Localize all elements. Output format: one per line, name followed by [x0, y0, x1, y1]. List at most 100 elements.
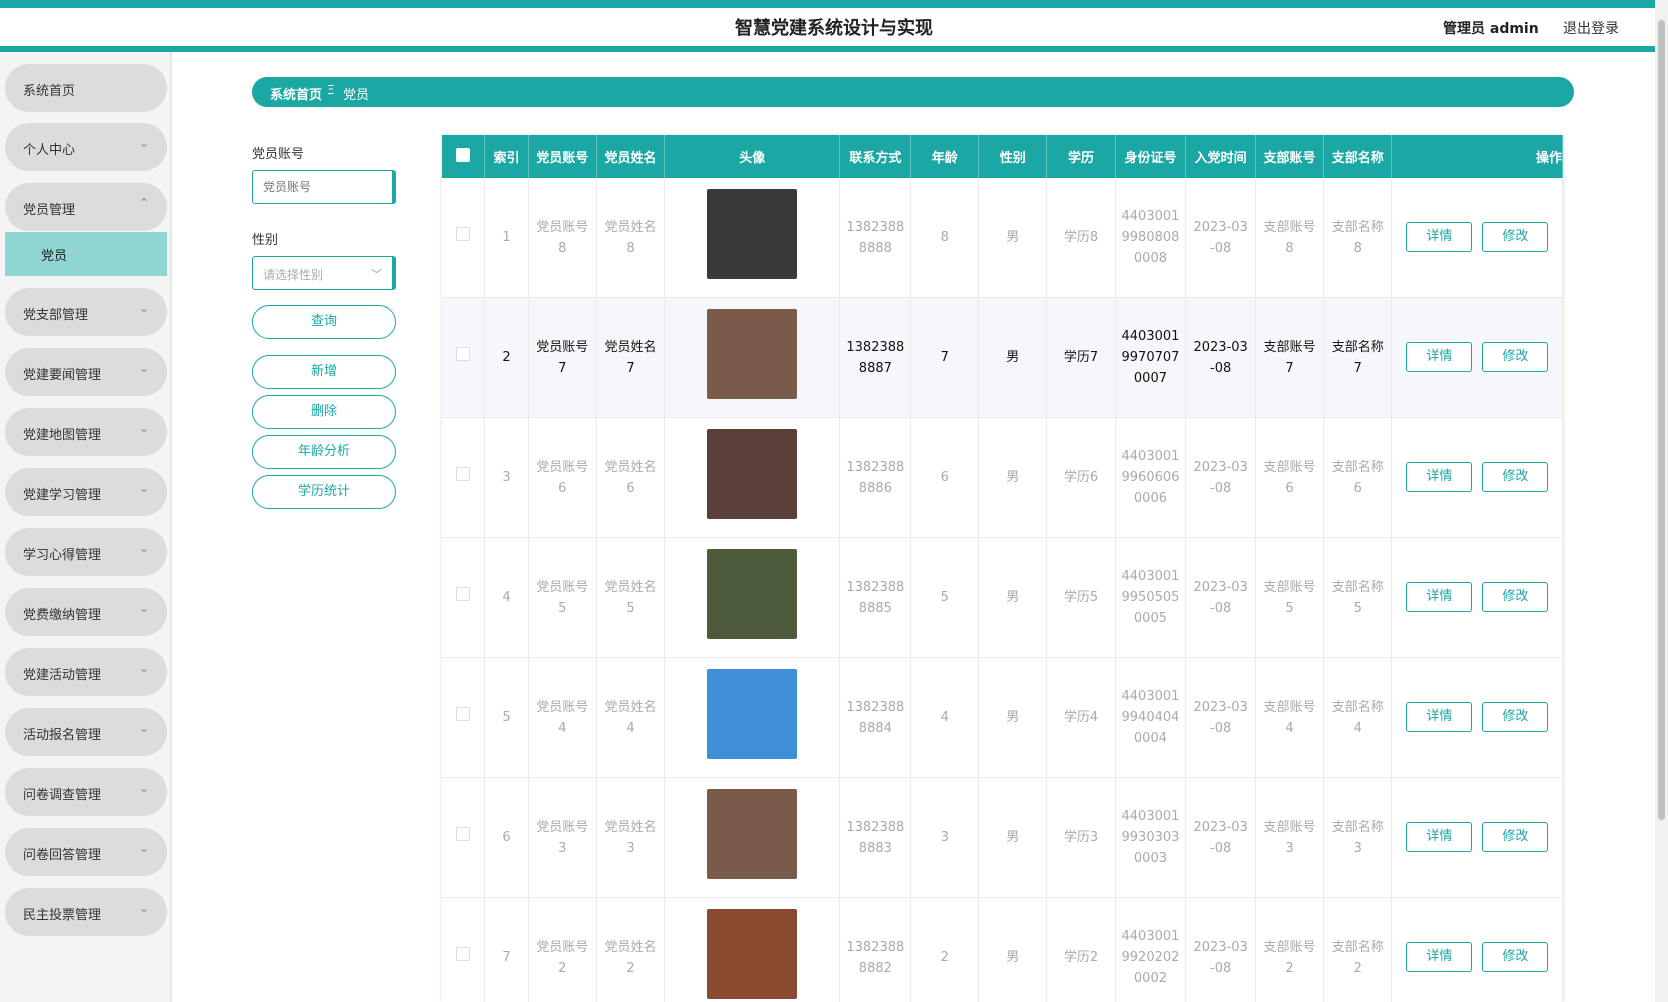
row-select-cell	[442, 777, 486, 898]
row-select-cell	[442, 657, 486, 778]
cell-account: 党员账号 3	[528, 777, 597, 898]
sidebar-item[interactable]: 党员管理 ⌃	[5, 183, 167, 231]
table-row[interactable]: 3 党员账号 6 党员姓名 6 1382388 8886 6 男学历6 4403001 99…	[442, 417, 1563, 538]
delete-button[interactable]: 删除	[252, 395, 396, 429]
age-analysis-button[interactable]: 年龄分析	[252, 435, 396, 469]
avatar-image	[707, 909, 798, 999]
education-stats-button[interactable]: 学历统计	[252, 475, 396, 509]
gender-select[interactable]: 请选择性别 ﹀	[252, 256, 396, 290]
cell-branch-account: 支部账号 5	[1255, 537, 1325, 658]
scrollbar-thumb[interactable]	[1658, 20, 1665, 820]
table-row[interactable]: 4 党员账号 5 党员姓名 5 1382388 8885 5 男学历5 4403001 99…	[442, 537, 1563, 658]
sidebar-item[interactable]: 党建活动管理 ⌄	[5, 648, 167, 696]
cell-branch-name: 支部名称 2	[1323, 897, 1393, 1002]
col-name: 党员姓名	[596, 135, 666, 178]
edit-button[interactable]: 修改	[1482, 582, 1549, 612]
cell-name: 党员姓名 3	[596, 777, 666, 898]
table-row[interactable]: 7 党员账号 2 党员姓名 2 1382388 8882 2 男学历2 4403001 99…	[442, 897, 1563, 1002]
row-checkbox[interactable]	[456, 947, 471, 961]
row-checkbox[interactable]	[456, 347, 471, 361]
cell-account: 党员账号 6	[528, 417, 597, 538]
sidebar: 系统首页个人中心 ⌄ 党员管理 ⌃ 党支部管理 ⌄ 党建要闻管理 ⌄ 党建地图管理 ⌄ 党建学习管理…	[0, 52, 172, 1002]
row-checkbox[interactable]	[456, 707, 471, 721]
detail-button[interactable]: 详情	[1406, 462, 1473, 492]
row-checkbox[interactable]	[456, 227, 471, 241]
cell-index: 6	[484, 777, 529, 898]
add-button[interactable]: 新增	[252, 355, 396, 389]
breadcrumb-current: 党员	[343, 88, 370, 103]
cell-gender: 男	[978, 178, 1048, 298]
cell-avatar	[664, 178, 841, 298]
sidebar-item[interactable]: 党建地图管理 ⌄	[5, 408, 167, 456]
edit-button[interactable]: 修改	[1482, 942, 1549, 972]
row-checkbox[interactable]	[456, 827, 471, 841]
cell-branch-account: 支部账号 7	[1255, 297, 1325, 418]
edit-button[interactable]: 修改	[1482, 222, 1549, 252]
sidebar-item[interactable]: 问卷回答管理 ⌄	[5, 828, 167, 876]
detail-button[interactable]: 详情	[1406, 942, 1473, 972]
sidebar-item[interactable]: 党费缴纳管理 ⌄	[5, 588, 167, 636]
cell-id-number: 4403001 9960606 0006	[1115, 417, 1187, 538]
cell-join-date: 2023-03 -08	[1185, 777, 1256, 898]
avatar-image	[707, 549, 798, 639]
cell-index: 3	[484, 417, 529, 538]
sidebar-item[interactable]: 系统首页	[5, 64, 167, 112]
sidebar-item[interactable]: 党支部管理 ⌄	[5, 288, 167, 336]
detail-button[interactable]: 详情	[1406, 702, 1473, 732]
detail-button[interactable]: 详情	[1406, 822, 1473, 852]
edit-button[interactable]: 修改	[1482, 822, 1549, 852]
select-all-header[interactable]	[442, 135, 486, 178]
cell-name: 党员姓名 7	[596, 297, 666, 418]
cell-branch-name: 支部名称 5	[1323, 537, 1393, 658]
table-row[interactable]: 2 党员账号 7 党员姓名 7 1382388 8887 7 男学历7 4403001 99…	[442, 297, 1563, 418]
table-row[interactable]: 1 党员账号 8 党员姓名 8 1382388 8888 8 男学历8 4403001 99…	[442, 178, 1563, 298]
logout-link[interactable]: 退出登录	[1563, 18, 1619, 38]
edit-button[interactable]: 修改	[1482, 462, 1549, 492]
query-button[interactable]: 查询	[252, 305, 396, 339]
edit-button[interactable]: 修改	[1482, 342, 1549, 372]
account-filter-label: 党员账号	[252, 147, 305, 162]
edit-button[interactable]: 修改	[1482, 702, 1549, 732]
cell-age: 5	[910, 537, 980, 658]
cell-name: 党员姓名 4	[596, 657, 666, 778]
cell-index: 4	[484, 537, 529, 658]
page-scrollbar[interactable]	[1655, 0, 1668, 1002]
cell-gender: 男	[978, 777, 1048, 898]
cell-id-number: 4403001 9920202 0002	[1115, 897, 1187, 1002]
cell-edu: 学历5	[1046, 537, 1116, 658]
admin-label: 管理员 admin	[1443, 21, 1539, 37]
chevron-down-icon: ⌄	[138, 901, 149, 915]
cell-avatar	[664, 657, 841, 778]
breadcrumb-home[interactable]: 系统首页	[270, 84, 322, 103]
account-search-input[interactable]	[252, 170, 396, 204]
cell-avatar	[664, 777, 841, 898]
row-select-cell	[442, 297, 486, 418]
row-checkbox[interactable]	[456, 467, 471, 481]
sidebar-item[interactable]: 民主投票管理 ⌄	[5, 888, 167, 936]
row-checkbox[interactable]	[456, 587, 471, 601]
select-all-checkbox[interactable]	[456, 147, 471, 162]
sidebar-item-label: 问卷回答管理	[23, 848, 102, 863]
detail-button[interactable]: 详情	[1406, 342, 1473, 372]
cell-join-date: 2023-03 -08	[1185, 537, 1256, 658]
cell-phone: 1382388 8883	[839, 777, 912, 898]
sidebar-item[interactable]: 问卷调查管理 ⌄	[5, 768, 167, 816]
cell-gender: 男	[978, 657, 1048, 778]
sidebar-item[interactable]: 党建要闻管理 ⌄	[5, 348, 167, 396]
sidebar-item[interactable]: 党建学习管理 ⌄	[5, 468, 167, 516]
sidebar-item-label: 党员管理	[23, 203, 76, 218]
cell-branch-name: 支部名称 7	[1323, 297, 1393, 418]
table-row[interactable]: 5 党员账号 4 党员姓名 4 1382388 8884 4 男学历4 4403001 99…	[442, 657, 1563, 778]
sidebar-item[interactable]: 个人中心 ⌄	[5, 123, 167, 171]
sidebar-item[interactable]: 学习心得管理 ⌄	[5, 528, 167, 576]
sidebar-subitem-members[interactable]: 党员	[5, 232, 167, 276]
table-header-row: 索引 党员账号 党员姓名 头像 联系方式 年龄 性别 学历 身份证号 入党时间 …	[442, 135, 1563, 178]
sidebar-item[interactable]: 活动报名管理 ⌄	[5, 708, 167, 756]
cell-gender: 男	[978, 537, 1048, 658]
detail-button[interactable]: 详情	[1406, 582, 1473, 612]
cell-phone: 1382388 8888	[839, 178, 912, 298]
cell-id-number: 4403001 9970707 0007	[1115, 297, 1187, 418]
detail-button[interactable]: 详情	[1406, 222, 1473, 252]
table-row[interactable]: 6 党员账号 3 党员姓名 3 1382388 8883 3 男学历3 4403001 99…	[442, 777, 1563, 898]
cell-gender: 男	[978, 417, 1048, 538]
